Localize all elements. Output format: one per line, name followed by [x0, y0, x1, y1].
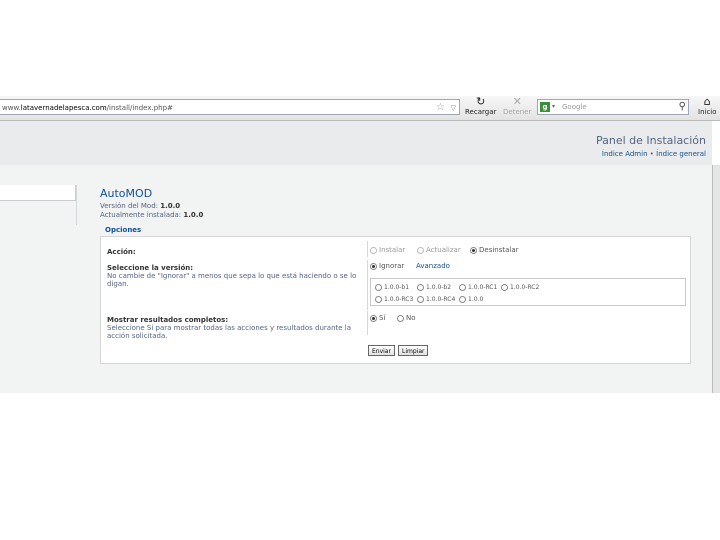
radio-circle [375, 284, 382, 291]
google-icon[interactable]: g [540, 102, 550, 112]
radio-circle [397, 315, 404, 322]
version-label-rc2: 1.0.0-RC2 [510, 284, 540, 291]
radio-no-label: No [406, 314, 416, 322]
column-divider [367, 311, 368, 335]
radio-install[interactable]: Instalar [370, 246, 405, 255]
url-domain: latavernadelapesca.com [20, 104, 107, 112]
search-field[interactable]: g ▾ Google ⚲ [537, 99, 689, 115]
version-list: 1.0.0-b1 1.0.0-b2 1.0.0-RC1 1.0.0-RC2 1.… [370, 278, 686, 306]
options-fieldset: Acción: Instalar Actualizar Desinstalar … [100, 236, 691, 364]
radio-update-label: Actualizar [426, 246, 461, 254]
version-label-final: 1.0.0 [468, 296, 484, 303]
version-label-b2: 1.0.0-b2 [426, 284, 452, 291]
mod-version: Versión del Mod: 1.0.0 [100, 202, 180, 210]
bookmark-star-icon[interactable]: ☆ [436, 101, 445, 115]
radio-circle-selected [470, 247, 477, 254]
installed-version-value: 1.0.0 [183, 211, 204, 219]
verbose-label: Mostrar resultados completos: [107, 316, 229, 324]
radio-version[interactable]: 1.0.0-RC3 [375, 295, 413, 304]
installed-version-label: Actualmente instalada: [100, 211, 182, 219]
page-header: Panel de Instalación Índice Admin • Índi… [0, 121, 712, 165]
version-label-rc4: 1.0.0-RC4 [426, 296, 456, 303]
radio-ignore[interactable]: Ignorar [370, 262, 404, 271]
submit-button[interactable]: Enviar [368, 345, 395, 356]
radio-circle [417, 284, 424, 291]
stop-icon: ✕ [512, 95, 522, 108]
url-dropdown-icon[interactable]: ▽ [451, 100, 456, 116]
header-links: Índice Admin • Índice general [602, 150, 706, 158]
radio-verbose-no[interactable]: No [397, 314, 416, 323]
radio-update[interactable]: Actualizar [417, 246, 461, 255]
radio-circle [459, 296, 466, 303]
link-separator: • [649, 150, 654, 158]
home-icon: ⌂ [703, 95, 711, 108]
url-prefix: www. [2, 104, 21, 112]
verbose-description: Seleccione Sí para mostrar todas las acc… [107, 324, 352, 340]
address-bar[interactable]: www.latavernadelapesca.com/install/index… [0, 99, 460, 115]
mod-version-label: Versión del Mod: [100, 202, 159, 210]
reset-button[interactable]: Limpiar [398, 345, 429, 356]
window-scrollbar[interactable] [712, 165, 720, 393]
main-content: AutoMOD Versión del Mod: 1.0.0 Actualmen… [0, 165, 712, 393]
version-label: Seleccione la versión: [107, 264, 194, 272]
mod-title: AutoMOD [100, 187, 153, 200]
radio-circle [417, 247, 424, 254]
radio-uninstall[interactable]: Desinstalar [470, 246, 519, 255]
radio-yes-label: Sí [379, 314, 386, 322]
search-icon[interactable]: ⚲ [679, 100, 686, 114]
column-divider [367, 241, 368, 257]
radio-version[interactable]: 1.0.0-RC4 [417, 295, 455, 304]
mod-version-value: 1.0.0 [160, 202, 181, 210]
radio-circle [417, 296, 424, 303]
home-button[interactable]: ⌂ Inicio [698, 96, 717, 117]
radio-version[interactable]: 1.0.0-b2 [417, 283, 451, 292]
version-label-b1: 1.0.0-b1 [384, 284, 410, 291]
url-path: /install/index.php# [106, 104, 173, 112]
stop-button[interactable]: ✕ Detener [503, 96, 531, 117]
radio-circle-selected [370, 263, 377, 270]
radio-uninstall-label: Desinstalar [479, 246, 519, 254]
search-placeholder: Google [562, 103, 587, 111]
radio-circle [459, 284, 466, 291]
reload-button[interactable]: ↻ Recargar [465, 96, 496, 117]
version-description: No cambie de "Ignorar" a menos que sepa … [107, 272, 357, 288]
left-divider [76, 185, 77, 225]
browser-toolbar: www.latavernadelapesca.com/install/index… [0, 96, 720, 121]
admin-index-link[interactable]: Índice Admin [602, 150, 648, 158]
page-title: Panel de Instalación [595, 134, 706, 147]
version-label-rc1: 1.0.0-RC1 [468, 284, 498, 291]
left-menu-panel [0, 185, 76, 201]
column-divider [367, 260, 368, 310]
radio-version[interactable]: 1.0.0-b1 [375, 283, 409, 292]
installed-version: Actualmente instalada: 1.0.0 [100, 211, 203, 219]
radio-version[interactable]: 1.0.0-RC2 [501, 283, 539, 292]
radio-version[interactable]: 1.0.0 [459, 295, 483, 304]
action-label: Acción: [107, 248, 136, 256]
radio-circle [370, 247, 377, 254]
home-label: Inicio [698, 108, 717, 116]
general-index-link[interactable]: Índice general [656, 150, 706, 158]
radio-verbose-yes[interactable]: Sí [370, 314, 385, 323]
radio-version[interactable]: 1.0.0-RC1 [459, 283, 497, 292]
stop-label: Detener [503, 108, 532, 116]
reload-icon: ↻ [476, 95, 486, 108]
version-label-rc3: 1.0.0-RC3 [384, 296, 414, 303]
advanced-link[interactable]: Avanzado [416, 262, 450, 270]
reload-label: Recargar [465, 108, 497, 116]
options-legend: Opciones [104, 226, 143, 234]
radio-circle [375, 296, 382, 303]
engine-dropdown-icon[interactable]: ▾ [552, 100, 555, 114]
radio-circle-selected [370, 315, 377, 322]
radio-install-label: Instalar [379, 246, 406, 254]
radio-circle [501, 284, 508, 291]
radio-ignore-label: Ignorar [379, 262, 405, 270]
